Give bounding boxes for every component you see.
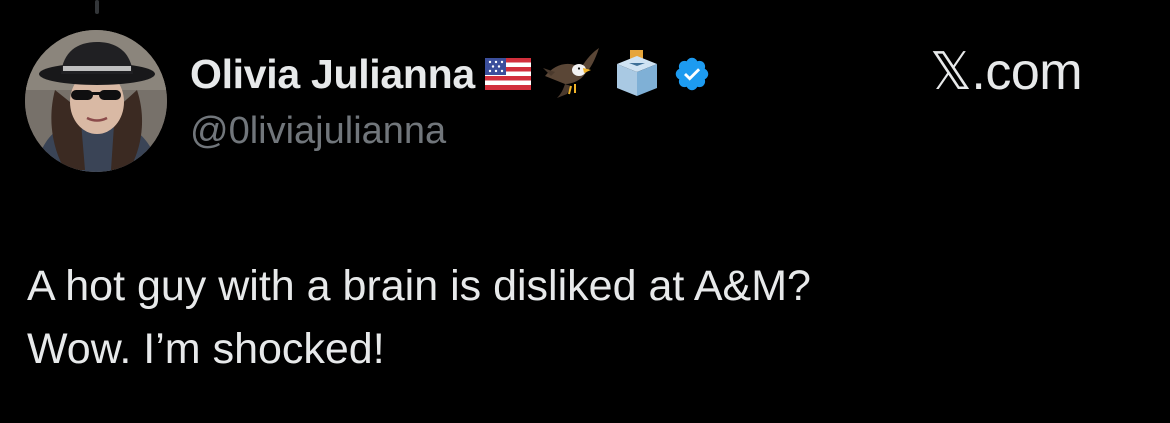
- us-flag-icon: [484, 58, 531, 90]
- tweet-body: A hot guy with a brain is disliked at A&…: [27, 255, 1147, 381]
- author-name-row[interactable]: Olivia Julianna: [190, 48, 711, 100]
- author-display-name[interactable]: Olivia Julianna: [190, 51, 475, 98]
- avatar-image: [25, 30, 167, 172]
- author-handle[interactable]: @0liviajulianna: [190, 110, 446, 153]
- eagle-icon: [541, 46, 601, 102]
- tweet-text-line: Wow. I’m shocked!: [27, 325, 385, 373]
- x-brand-logo: 𝕏.com: [930, 42, 1083, 102]
- thread-connector-line: [95, 0, 99, 14]
- x-brand-text: 𝕏.com: [930, 43, 1083, 101]
- tweet-text-line: A hot guy with a brain is disliked at A&…: [27, 262, 811, 310]
- avatar[interactable]: [25, 30, 167, 172]
- ballot-box-icon: [611, 48, 663, 100]
- verified-badge-icon: [673, 55, 711, 93]
- tweet-card: Olivia Julianna @0liviajulianna 𝕏.com A …: [0, 0, 1170, 423]
